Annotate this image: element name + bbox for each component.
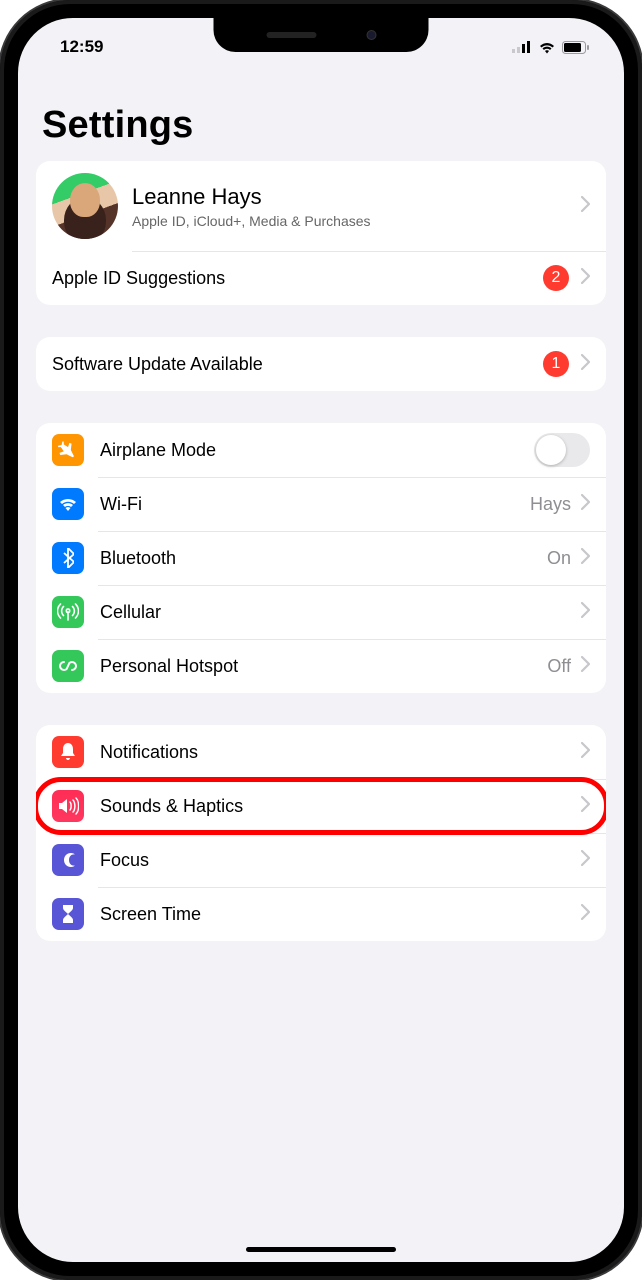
chevron-right-icon (581, 742, 590, 763)
chevron-right-icon (581, 196, 590, 217)
row-label: Personal Hotspot (100, 656, 547, 677)
device-frame: 12:59 Settings Leanne Ha (0, 0, 642, 1280)
row-focus[interactable]: Focus (36, 833, 606, 887)
cellular-signal-icon (512, 41, 532, 53)
group-connectivity: Airplane Mode Wi-Fi Hays (36, 423, 606, 693)
row-label: Screen Time (100, 904, 581, 925)
chevron-right-icon (581, 850, 590, 871)
home-indicator[interactable] (246, 1247, 396, 1252)
row-value: On (547, 548, 571, 569)
badge-count: 2 (543, 265, 569, 291)
bell-icon (52, 736, 84, 768)
row-personal-hotspot[interactable]: Personal Hotspot Off (36, 639, 606, 693)
row-label: Notifications (100, 742, 581, 763)
wifi-icon (538, 41, 556, 54)
chevron-right-icon (581, 354, 590, 375)
wifi-icon (52, 488, 84, 520)
chevron-right-icon (581, 268, 590, 289)
row-wifi[interactable]: Wi-Fi Hays (36, 477, 606, 531)
screen: 12:59 Settings Leanne Ha (18, 18, 624, 1262)
row-label: Sounds & Haptics (100, 796, 581, 817)
chevron-right-icon (581, 656, 590, 677)
profile-name: Leanne Hays (132, 184, 581, 210)
badge-count: 1 (543, 351, 569, 377)
row-label: Airplane Mode (100, 440, 534, 461)
row-airplane-mode[interactable]: Airplane Mode (36, 423, 606, 477)
airplane-toggle[interactable] (534, 433, 590, 467)
hotspot-icon (52, 650, 84, 682)
row-notifications[interactable]: Notifications (36, 725, 606, 779)
chevron-right-icon (581, 796, 590, 817)
speaker-icon (52, 790, 84, 822)
airplane-icon (52, 434, 84, 466)
row-apple-id-suggestions[interactable]: Apple ID Suggestions 2 (36, 251, 606, 305)
chevron-right-icon (581, 904, 590, 925)
notch (214, 18, 429, 52)
chevron-right-icon (581, 494, 590, 515)
chevron-right-icon (581, 548, 590, 569)
battery-icon (562, 41, 590, 54)
row-sounds-haptics[interactable]: Sounds & Haptics (36, 779, 606, 833)
bluetooth-icon (52, 542, 84, 574)
row-software-update[interactable]: Software Update Available 1 (36, 337, 606, 391)
group-account: Leanne Hays Apple ID, iCloud+, Media & P… (36, 161, 606, 305)
cellular-icon (52, 596, 84, 628)
moon-icon (52, 844, 84, 876)
row-label: Focus (100, 850, 581, 871)
row-label: Bluetooth (100, 548, 547, 569)
page-title: Settings (36, 66, 606, 161)
row-value: Hays (530, 494, 571, 515)
row-bluetooth[interactable]: Bluetooth On (36, 531, 606, 585)
hourglass-icon (52, 898, 84, 930)
group-software-update: Software Update Available 1 (36, 337, 606, 391)
row-screen-time[interactable]: Screen Time (36, 887, 606, 941)
row-label: Software Update Available (52, 354, 543, 375)
status-time: 12:59 (48, 37, 103, 57)
row-cellular[interactable]: Cellular (36, 585, 606, 639)
row-value: Off (547, 656, 571, 677)
row-label: Wi-Fi (100, 494, 530, 515)
row-label: Apple ID Suggestions (52, 268, 543, 289)
avatar (52, 173, 118, 239)
chevron-right-icon (581, 602, 590, 623)
profile-subtitle: Apple ID, iCloud+, Media & Purchases (132, 213, 581, 229)
row-apple-id-profile[interactable]: Leanne Hays Apple ID, iCloud+, Media & P… (36, 161, 606, 251)
content-scroll[interactable]: Settings Leanne Hays Apple ID, iCloud+, … (18, 66, 624, 1262)
group-system: Notifications Sounds & Haptics (36, 725, 606, 941)
row-label: Cellular (100, 602, 581, 623)
